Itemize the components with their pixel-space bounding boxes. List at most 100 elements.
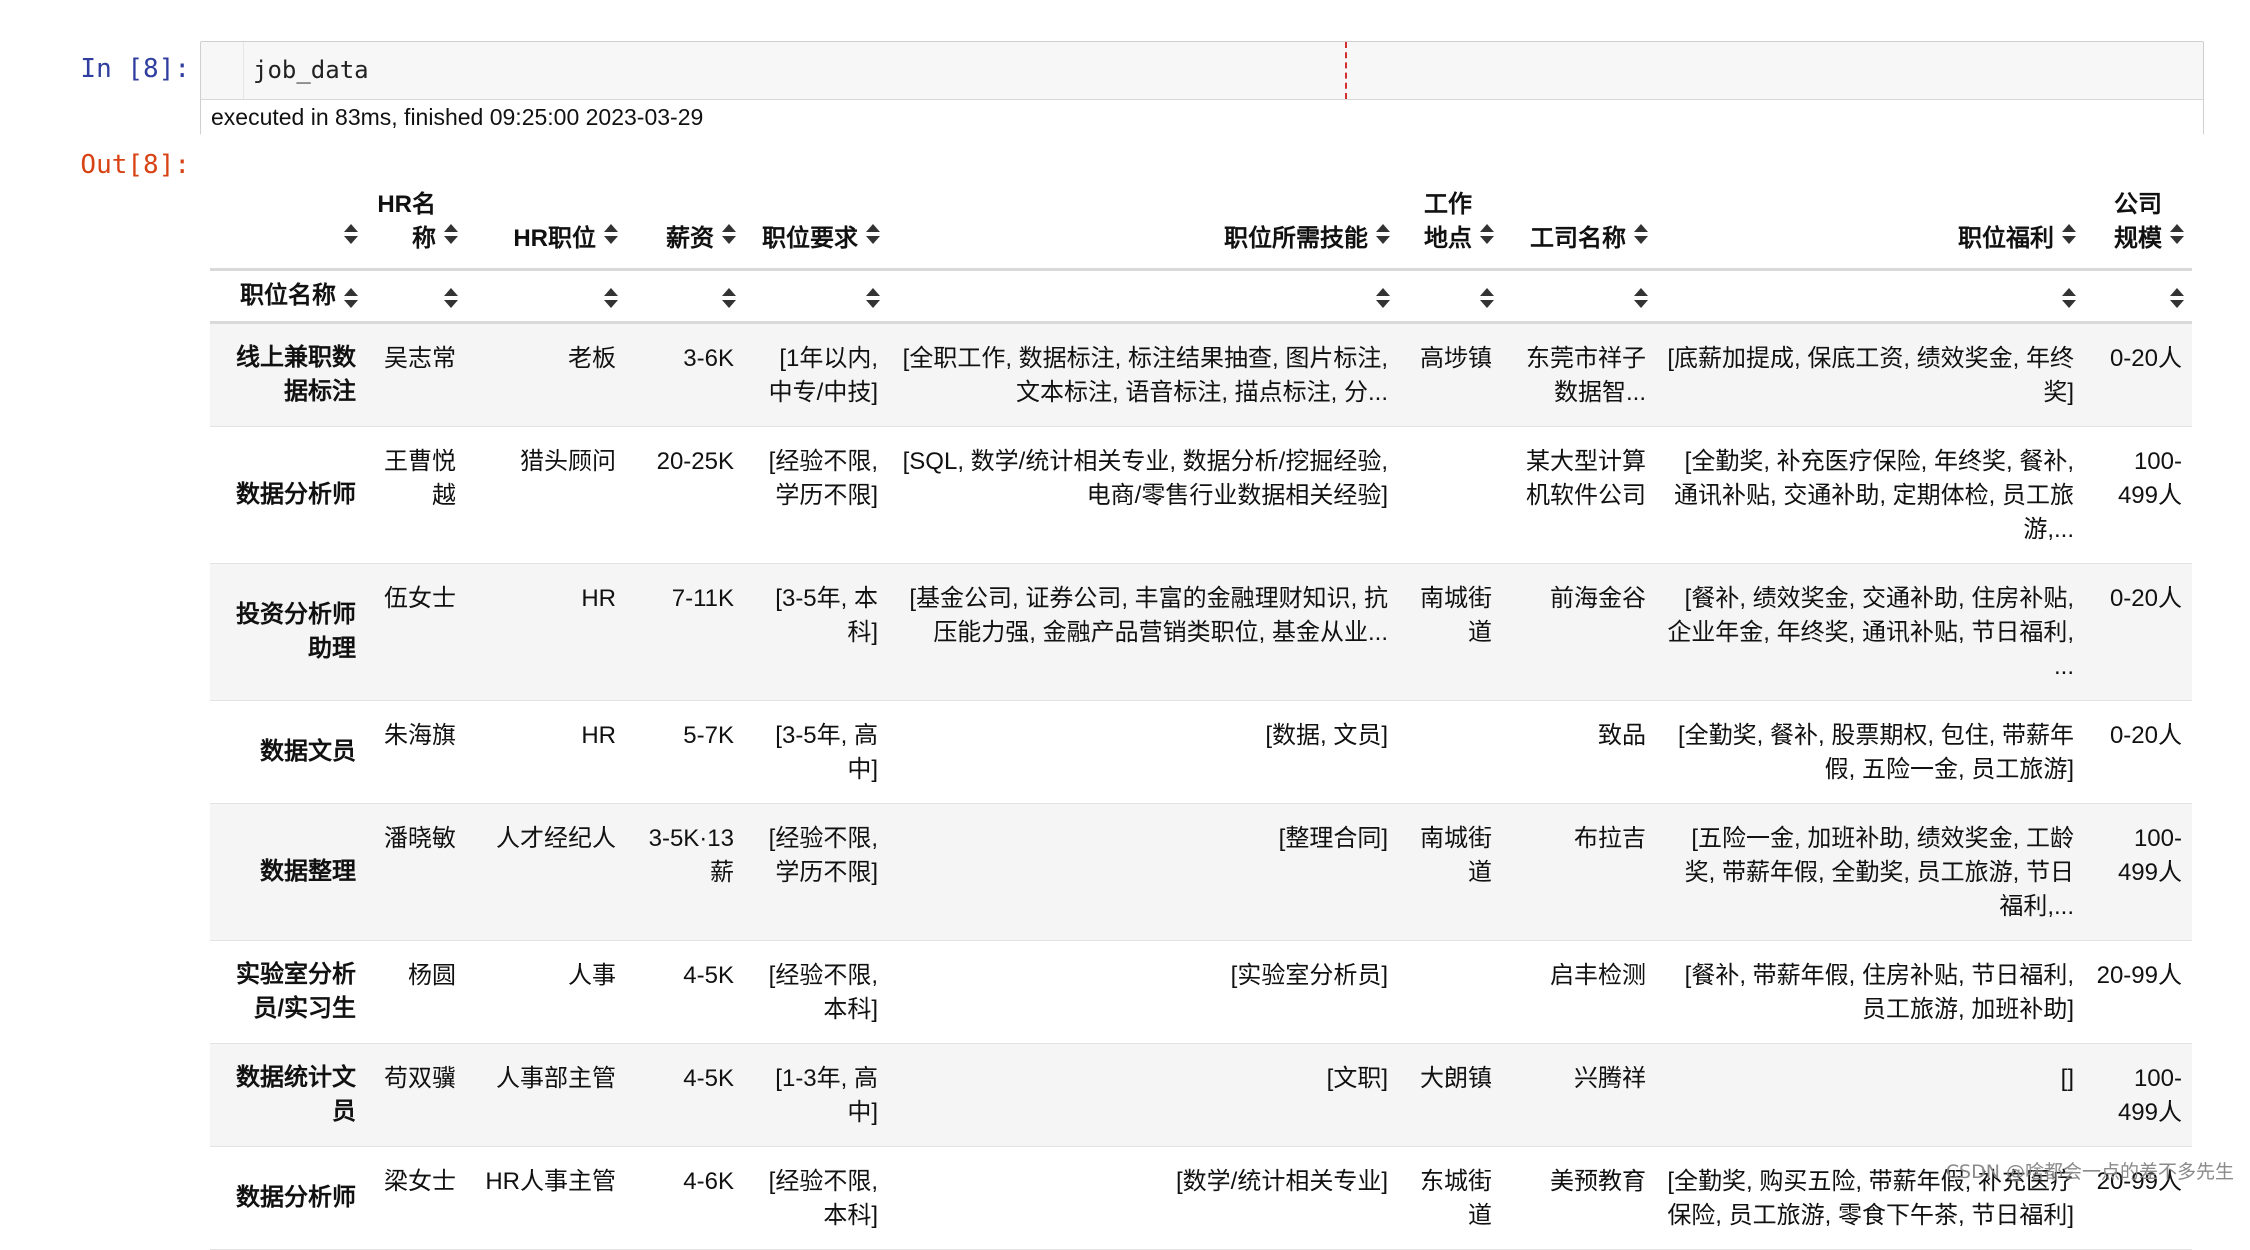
execution-info: executed in 83ms, finished 09:25:00 2023… bbox=[201, 99, 2203, 135]
table-row: 实验室分析员/实习生 杨圆 人事 4-5K [经验不限, 本科] [实验室分析员] 启丰检测… bbox=[210, 941, 2192, 1044]
table-cell: HR bbox=[581, 722, 616, 749]
index-row-spacer[interactable] bbox=[2084, 270, 2192, 323]
sort-icon[interactable] bbox=[1376, 224, 1390, 244]
column-header[interactable]: 公司规模 bbox=[2084, 170, 2192, 270]
table-cell: [] bbox=[2060, 1065, 2074, 1092]
row-index: 数据文员 bbox=[260, 738, 356, 765]
column-header[interactable]: 薪资 bbox=[626, 170, 744, 270]
table-cell: 人才经纪人 bbox=[496, 825, 616, 852]
table-cell: [数据, 文员] bbox=[1265, 722, 1388, 749]
table-row: 数据统计文员 苟双骥 人事部主管 4-5K [1-3年, 高中] [文职] 大朗镇 兴腾祥 []… bbox=[210, 1043, 2192, 1147]
index-row-spacer[interactable] bbox=[1656, 270, 2084, 323]
sort-icon[interactable] bbox=[2170, 224, 2184, 244]
table-cell: 潘晓敏 bbox=[384, 825, 456, 852]
column-header[interactable]: 职位要求 bbox=[744, 170, 888, 270]
sort-icon[interactable] bbox=[2062, 224, 2076, 244]
column-header[interactable]: 工司名称 bbox=[1502, 170, 1656, 270]
table-cell: 4-5K bbox=[683, 962, 734, 989]
sort-icon[interactable] bbox=[444, 224, 458, 244]
table-cell: 兴腾祥 bbox=[1574, 1065, 1646, 1092]
table-cell: 致品 bbox=[1598, 722, 1646, 749]
index-row-spacer[interactable] bbox=[626, 270, 744, 323]
table-cell: 20-25K bbox=[656, 448, 734, 475]
sort-icon[interactable] bbox=[2062, 288, 2076, 308]
table-cell: [经验不限, 学历不限] bbox=[768, 448, 878, 509]
table-cell: [1年以内, 中专/中技] bbox=[768, 345, 878, 406]
table-cell: 4-5K bbox=[683, 1065, 734, 1092]
watermark: CSDN @啥都会一点的差不多先生 bbox=[1945, 1161, 2234, 1183]
sort-icon[interactable] bbox=[1634, 224, 1648, 244]
table-row: 数据分析师 王曹悦越 猎头顾问 20-25K [经验不限, 学历不限] [SQL, 数学/… bbox=[210, 427, 2192, 564]
table-cell: [3-5年, 本科] bbox=[775, 585, 878, 646]
sort-icon[interactable] bbox=[604, 224, 618, 244]
table-cell: 4-6K bbox=[683, 1168, 734, 1195]
table-row: 投资分析师助理 伍女士 HR 7-11K [3-5年, 本科] [基金公司, 证券公司, … bbox=[210, 563, 2192, 701]
table-cell: [数学/统计相关专业] bbox=[1175, 1168, 1388, 1195]
table-cell: 布拉吉 bbox=[1574, 825, 1646, 852]
sort-icon[interactable] bbox=[722, 224, 736, 244]
table-cell: 100-499人 bbox=[2117, 1065, 2182, 1126]
line-length-ruler bbox=[1345, 42, 1347, 99]
table-cell: 美预教育 bbox=[1550, 1168, 1646, 1195]
table-cell bbox=[1398, 427, 1502, 564]
index-row-spacer[interactable] bbox=[466, 270, 626, 323]
index-row-spacer[interactable] bbox=[1398, 270, 1502, 323]
sort-icon[interactable] bbox=[2170, 288, 2184, 308]
column-header[interactable]: 工作地点 bbox=[1398, 170, 1502, 270]
table-cell: [餐补, 带薪年假, 住房补贴, 节日福利, 员工旅游, 加班补助] bbox=[1684, 962, 2074, 1023]
input-prompt: In [8]: bbox=[80, 54, 190, 84]
code-editor[interactable]: job_data bbox=[253, 56, 369, 84]
sort-icon[interactable] bbox=[344, 224, 358, 244]
sort-icon[interactable] bbox=[1634, 288, 1648, 308]
table-cell: HR bbox=[581, 585, 616, 612]
table-cell: 伍女士 bbox=[384, 585, 456, 612]
table-cell: 杨圆 bbox=[408, 962, 456, 989]
column-header[interactable]: HR名称 bbox=[366, 170, 466, 270]
column-header-label: 职位福利 bbox=[1958, 225, 2054, 252]
column-header[interactable]: HR职位 bbox=[466, 170, 626, 270]
sort-icon[interactable] bbox=[1480, 224, 1494, 244]
row-index: 数据整理 bbox=[260, 858, 356, 885]
table-cell: 7-11K bbox=[671, 585, 734, 612]
sort-icon[interactable] bbox=[604, 288, 618, 308]
sort-icon[interactable] bbox=[866, 224, 880, 244]
table-cell: [1-3年, 高中] bbox=[775, 1065, 878, 1126]
index-row-spacer[interactable] bbox=[744, 270, 888, 323]
table-cell: 大朗镇 bbox=[1420, 1065, 1492, 1092]
table-cell: [经验不限, 本科] bbox=[768, 1168, 878, 1229]
table-cell: 东城街道 bbox=[1420, 1168, 1492, 1229]
table-cell: 启丰检测 bbox=[1550, 962, 1646, 989]
table-cell: [全勤奖, 补充医疗保险, 年终奖, 餐补, 通讯补贴, 交通补助, 定期体检,… bbox=[1673, 448, 2074, 543]
column-header-label: 公司规模 bbox=[2114, 191, 2162, 252]
table-cell: 前海金谷 bbox=[1550, 585, 1646, 612]
code-cell[interactable]: job_data executed in 83ms, finished 09:2… bbox=[200, 41, 2204, 135]
table-cell: 吴志常 bbox=[384, 345, 456, 372]
corner-header[interactable] bbox=[210, 170, 366, 270]
sort-icon[interactable] bbox=[722, 288, 736, 308]
column-header[interactable]: 职位所需技能 bbox=[888, 170, 1398, 270]
column-header-label: 薪资 bbox=[666, 225, 714, 252]
table-cell: 梁女士 bbox=[384, 1168, 456, 1195]
table-cell: [文职] bbox=[1326, 1065, 1388, 1092]
sort-icon[interactable] bbox=[444, 288, 458, 308]
sort-icon[interactable] bbox=[1376, 288, 1390, 308]
table-cell: [底薪加提成, 保底工资, 绩效奖金, 年终奖] bbox=[1667, 345, 2074, 406]
table-cell: [五险一金, 加班补助, 绩效奖金, 工龄奖, 带薪年假, 全勤奖, 员工旅游,… bbox=[1684, 825, 2074, 920]
sort-icon[interactable] bbox=[344, 288, 358, 308]
index-row-spacer[interactable] bbox=[366, 270, 466, 323]
index-name-header[interactable]: 职位名称 bbox=[210, 270, 366, 323]
sort-icon[interactable] bbox=[1480, 288, 1494, 308]
table-cell: 老板 bbox=[568, 345, 616, 372]
table-cell: [实验室分析员] bbox=[1230, 962, 1388, 989]
column-header[interactable]: 职位福利 bbox=[1656, 170, 2084, 270]
row-index: 投资分析师助理 bbox=[236, 601, 356, 662]
table-cell: [经验不限, 学历不限] bbox=[768, 825, 878, 886]
index-row-spacer[interactable] bbox=[888, 270, 1398, 323]
table-cell: 南城街道 bbox=[1420, 585, 1492, 646]
sort-icon[interactable] bbox=[866, 288, 880, 308]
table-cell: 人事 bbox=[568, 962, 616, 989]
table-row: 线上兼职数据标注 吴志常 老板 3-6K [1年以内, 中专/中技] [全职工作, 数据标… bbox=[210, 322, 2192, 427]
index-row-spacer[interactable] bbox=[1502, 270, 1656, 323]
table-cell: 高埗镇 bbox=[1420, 345, 1492, 372]
row-index: 数据分析师 bbox=[236, 1184, 356, 1211]
